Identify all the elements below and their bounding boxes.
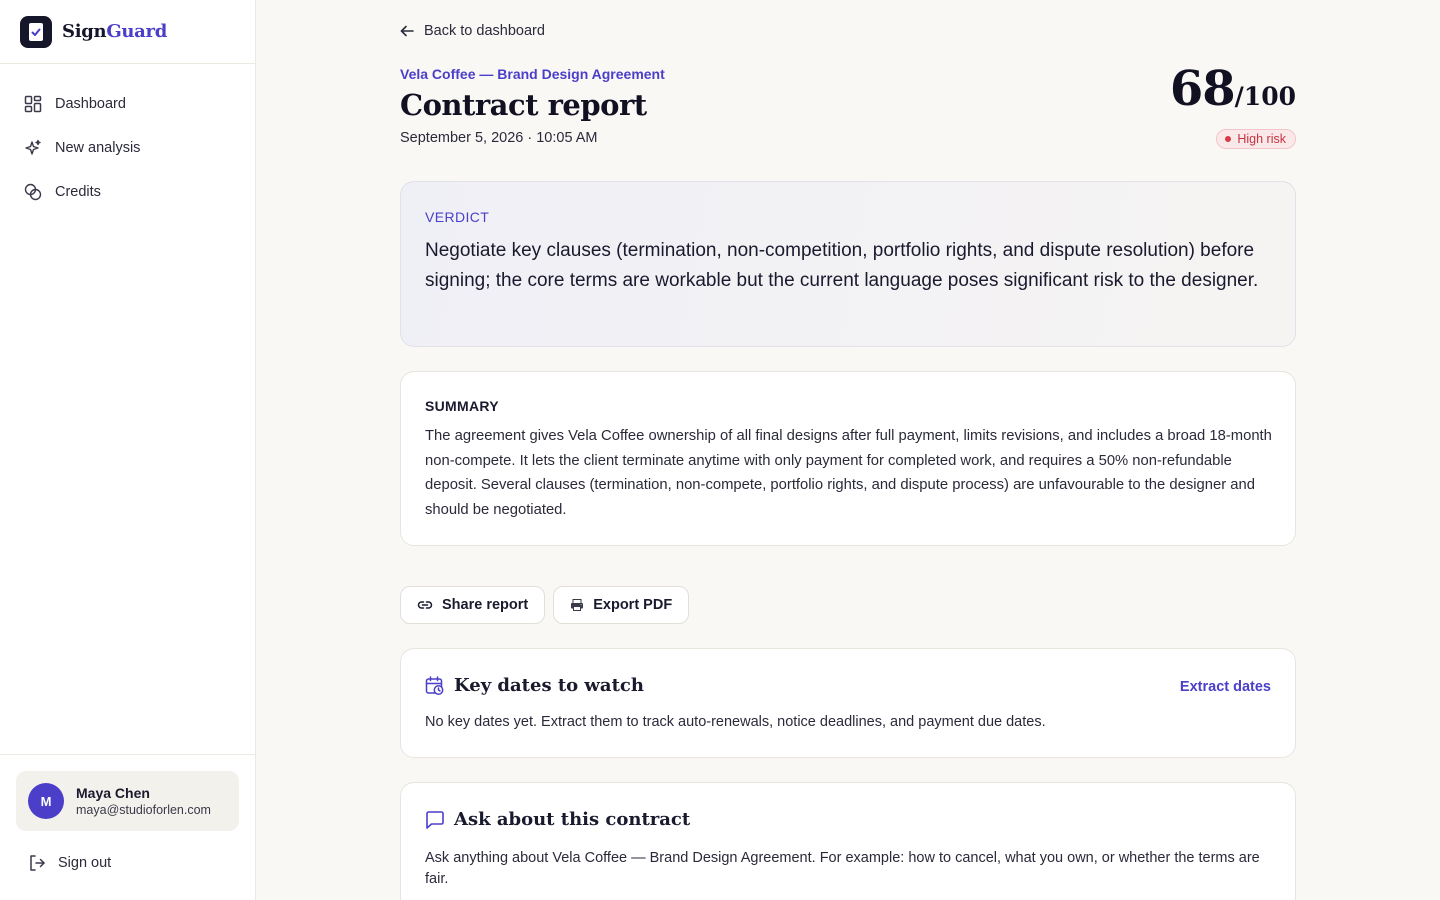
sidebar: SignGuard Dashboard New analysis Credits… xyxy=(0,0,256,900)
brand-name: SignGuard xyxy=(62,21,167,42)
user-email: maya@studioforlen.com xyxy=(76,803,211,817)
user-card[interactable]: M Maya Chen maya@studioforlen.com xyxy=(16,771,239,831)
dashboard-grid-icon xyxy=(24,95,42,113)
key-dates-title: Key dates to watch xyxy=(454,675,644,696)
score-value: 68/100 xyxy=(1170,62,1296,127)
main-content: Back to dashboard Vela Coffee — Brand De… xyxy=(256,0,1440,900)
key-dates-empty-text: No key dates yet. Extract them to track … xyxy=(425,714,1046,730)
sidebar-item-label: Credits xyxy=(55,184,101,200)
summary-label: SUMMARY xyxy=(425,398,499,414)
sign-out-icon xyxy=(30,855,45,871)
back-to-dashboard-link[interactable]: Back to dashboard xyxy=(400,20,545,42)
sidebar-item-dashboard[interactable]: Dashboard xyxy=(0,82,255,126)
sidebar-footer: M Maya Chen maya@studioforlen.com Sign o… xyxy=(0,754,255,900)
ask-header: Ask about this contract xyxy=(425,809,690,830)
brand-name-part2: Guard xyxy=(106,21,168,42)
sidebar-item-new-analysis[interactable]: New analysis xyxy=(0,126,255,170)
risk-label: High risk xyxy=(1237,132,1286,146)
arrow-left-icon xyxy=(400,25,414,37)
summary-card: SUMMARY The agreement gives Vela Coffee … xyxy=(400,371,1296,546)
ask-title: Ask about this contract xyxy=(454,809,691,830)
score-number: 68 xyxy=(1169,61,1236,117)
score-max: /100 xyxy=(1234,82,1296,111)
share-report-button[interactable]: Share report xyxy=(400,586,546,624)
chat-bubble-icon xyxy=(426,810,444,829)
brand[interactable]: SignGuard xyxy=(0,0,255,64)
ask-contract-card: Ask about this contract Ask anything abo… xyxy=(400,782,1296,900)
contract-name: Vela Coffee — Brand Design Agreement xyxy=(400,66,665,82)
user-info: Maya Chen maya@studioforlen.com xyxy=(76,785,211,817)
verdict-label: VERDICT xyxy=(425,209,490,225)
shield-document-logo-icon xyxy=(20,15,52,48)
sign-out-button[interactable]: Sign out xyxy=(16,843,239,883)
risk-dot-icon xyxy=(1225,136,1232,142)
back-link-label: Back to dashboard xyxy=(424,23,545,39)
share-report-label: Share report xyxy=(442,597,529,613)
summary-text: The agreement gives Vela Coffee ownershi… xyxy=(425,428,1272,518)
verdict-text: Negotiate key clauses (termination, non-… xyxy=(425,240,1259,291)
sidebar-nav: Dashboard New analysis Credits xyxy=(0,64,255,214)
sidebar-item-credits[interactable]: Credits xyxy=(0,170,255,214)
key-dates-header: Key dates to watch xyxy=(425,675,644,696)
link-icon xyxy=(417,601,433,609)
app-root: SignGuard Dashboard New analysis Credits… xyxy=(0,0,1440,900)
calendar-clock-icon xyxy=(425,675,444,695)
printer-icon xyxy=(571,599,584,611)
coins-icon xyxy=(24,183,42,201)
verdict-card: VERDICT Negotiate key clauses (terminati… xyxy=(400,181,1296,347)
export-pdf-button[interactable]: Export PDF xyxy=(553,586,690,624)
export-pdf-label: Export PDF xyxy=(593,597,673,613)
sparkles-icon xyxy=(25,139,41,155)
page-title: Contract report xyxy=(400,88,647,122)
brand-name-part1: Sign xyxy=(62,21,107,42)
report-timestamp: September 5, 2026 · 10:05 AM xyxy=(400,130,598,146)
avatar: M xyxy=(28,783,64,819)
risk-score: 68/100 High risk xyxy=(1170,62,1296,149)
user-name: Maya Chen xyxy=(76,785,150,801)
sidebar-item-label: Dashboard xyxy=(55,96,126,112)
report-actions: Share report Export PDF xyxy=(400,586,697,624)
sidebar-item-label: New analysis xyxy=(55,140,141,156)
extract-dates-button[interactable]: Extract dates xyxy=(1180,679,1271,695)
key-dates-card: Key dates to watch Extract dates No key … xyxy=(400,648,1296,758)
ask-description: Ask anything about Vela Coffee — Brand D… xyxy=(425,850,1260,887)
sign-out-label: Sign out xyxy=(58,855,112,871)
status-badge: High risk xyxy=(1216,129,1296,149)
